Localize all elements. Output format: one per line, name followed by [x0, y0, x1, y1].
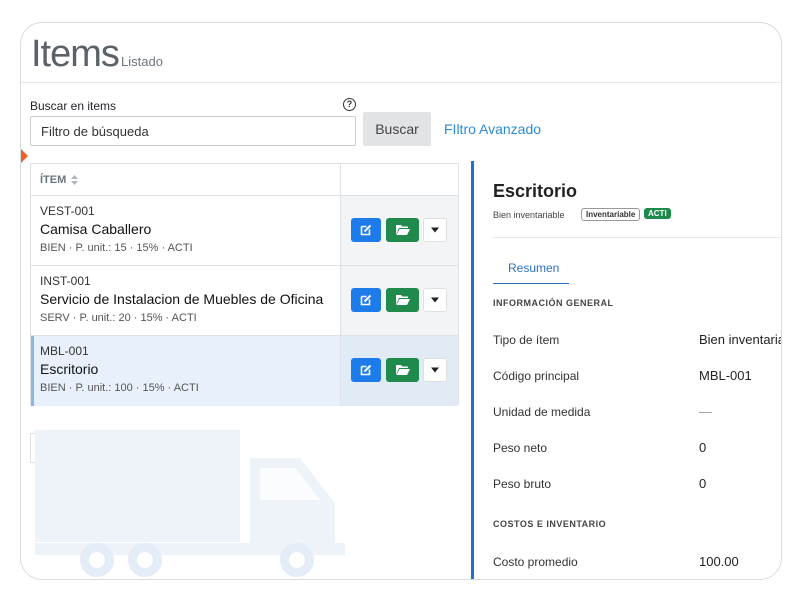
item-code: INST-001 — [40, 274, 91, 288]
column-header-item[interactable]: ÍTEM — [31, 164, 341, 195]
edit-icon — [360, 224, 372, 236]
item-code: MBL-001 — [40, 344, 89, 358]
item-meta: BIEN · P. unit.: 100 · 15% · ACTI — [40, 382, 199, 394]
list-item[interactable]: INST-001 Servicio de Instalacion de Mueb… — [31, 266, 458, 336]
detail-panel: Escritorio Bien inventariable Inventaria… — [471, 161, 781, 579]
app-frame: Items Listado Buscar en items ? Buscar F… — [20, 22, 782, 580]
help-icon[interactable]: ? — [343, 98, 356, 111]
truck-watermark-icon — [35, 430, 345, 577]
open-folder-button[interactable] — [386, 218, 419, 242]
sort-icon[interactable] — [71, 175, 79, 186]
list-item-info[interactable]: MBL-001 Escritorio BIEN · P. unit.: 100 … — [31, 336, 341, 406]
field-label-tipo: Tipo de ítem — [493, 333, 560, 347]
field-label-unidad: Unidad de medida — [493, 405, 591, 419]
caret-down-icon — [431, 367, 439, 373]
items-list: ÍTEM VEST-001 Camisa Caballero BIEN · P.… — [30, 163, 459, 406]
column-header-label: ÍTEM — [40, 174, 67, 186]
edit-button[interactable] — [351, 288, 381, 312]
item-code: VEST-001 — [40, 204, 95, 218]
tab-resumen[interactable]: Resumen — [508, 261, 559, 275]
inventariable-badge: Inventariable — [581, 208, 641, 221]
page-subtitle: Listado — [121, 54, 163, 69]
detail-divider — [493, 237, 781, 238]
field-value-peso-bruto: 0 — [699, 476, 707, 491]
item-meta: SERV · P. unit.: 20 · 15% · ACTI — [40, 312, 197, 324]
list-item-info[interactable]: VEST-001 Camisa Caballero BIEN · P. unit… — [31, 196, 341, 265]
page-header: Items Listado — [21, 23, 781, 83]
caret-down-icon — [431, 227, 439, 233]
list-item-actions — [341, 336, 458, 406]
list-item-selected[interactable]: MBL-001 Escritorio BIEN · P. unit.: 100 … — [31, 336, 458, 406]
section-costs-heading: COSTOS E INVENTARIO — [493, 519, 607, 529]
detail-title: Escritorio — [493, 181, 578, 201]
field-label-codigo: Código principal — [493, 369, 580, 383]
field-label-peso-bruto: Peso bruto — [493, 477, 552, 491]
list-item-actions — [341, 196, 458, 265]
section-general-heading: INFORMACIÓN GENERAL — [493, 298, 614, 308]
field-value-peso-neto: 0 — [699, 440, 707, 455]
edit-icon — [360, 364, 372, 376]
item-meta: BIEN · P. unit.: 15 · 15% · ACTI — [40, 242, 193, 254]
page-title: Items — [31, 33, 120, 75]
field-label-costo: Costo promedio — [493, 555, 578, 569]
folder-open-icon — [395, 225, 410, 235]
field-value-codigo: MBL-001 — [699, 368, 752, 383]
list-item-info[interactable]: INST-001 Servicio de Instalacion de Mueb… — [31, 266, 341, 335]
advanced-filter-link[interactable]: FIltro Avanzado — [444, 121, 541, 137]
more-options-button[interactable] — [423, 288, 447, 312]
list-header: ÍTEM — [31, 164, 458, 196]
item-name: Escritorio — [40, 361, 99, 377]
edit-button[interactable] — [351, 358, 381, 382]
more-options-button[interactable] — [423, 218, 447, 242]
open-folder-button[interactable] — [386, 288, 419, 312]
search-button[interactable]: Buscar — [363, 112, 431, 146]
search-input[interactable] — [30, 116, 356, 146]
tab-underline — [493, 283, 569, 284]
more-options-button[interactable] — [423, 358, 447, 382]
search-label: Buscar en items — [30, 99, 117, 113]
list-item[interactable]: VEST-001 Camisa Caballero BIEN · P. unit… — [31, 196, 458, 266]
open-folder-button[interactable] — [386, 358, 419, 382]
caret-down-icon — [431, 297, 439, 303]
item-name: Camisa Caballero — [40, 221, 152, 237]
folder-open-icon — [395, 295, 410, 305]
item-name: Servicio de Instalacion de Muebles de Of… — [40, 291, 324, 307]
edit-button[interactable] — [351, 218, 381, 242]
field-label-peso-neto: Peso neto — [493, 441, 548, 455]
pointer-marker-icon — [21, 149, 28, 163]
edit-icon — [360, 294, 372, 306]
status-badge: ACTI — [644, 208, 671, 219]
folder-open-icon — [395, 365, 410, 375]
field-value-unidad: — — [699, 404, 712, 419]
detail-subtitle: Bien inventariable — [493, 210, 565, 220]
list-item-actions — [341, 266, 458, 335]
field-value-costo: 100.00 — [699, 554, 739, 569]
field-value-tipo: Bien inventariable — [699, 332, 781, 347]
